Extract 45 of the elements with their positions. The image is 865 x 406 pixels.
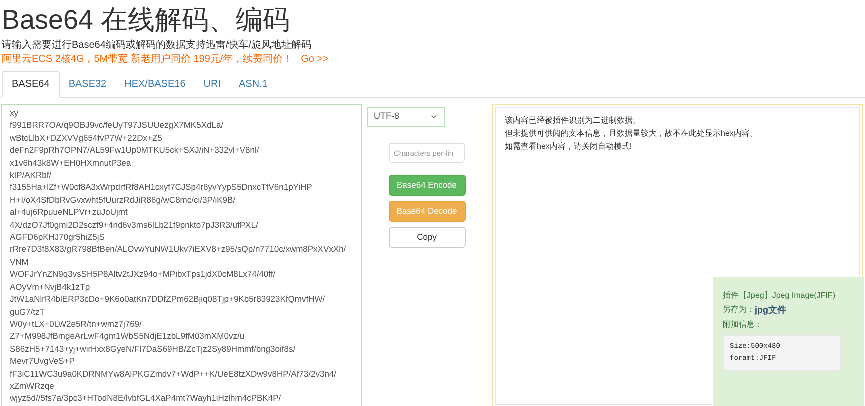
caret-icon — [430, 113, 438, 121]
input-line: AOyVm+NvjB4k1zTp — [10, 280, 92, 294]
input-line: rRre7D3f8X83/gR798BfBen/ALOvwYuNW1Ukv7iEXV8+z95/sQp/n7710c/xwm8PxXVxXh/ — [10, 243, 348, 256]
encoding-select[interactable]: UTF-8 — [367, 107, 445, 127]
extra-info-label: 附加信息： — [723, 319, 764, 331]
input-line: al+4uj6RpuueNLPVr+zuJoUjmt — [10, 206, 129, 219]
save-as-label: 另存为： — [723, 304, 755, 314]
input-line: guG7/tzT — [10, 306, 46, 318]
subtitle: 请输入需要进行Base64编码或解码的数据支持迅雷/快车/旋风地址解码 — [2, 39, 312, 53]
input-line: deFn2F9pRh7OPN7/AL59Fw1Up0MTKU5ck+SXJ/iN+332vl+V8nl/ — [10, 144, 260, 157]
input-line: H+I/oX4SfDbRvGvxwht5fUurzRdJiR86g/wC8mc/ci/3P/iK9B/ — [10, 194, 237, 206]
input-line: wBtcLlbX+DZXVVg654fvP7W+22Dx+Z5 — [10, 132, 164, 144]
input-line: Mevr7UvgVeS+P — [10, 355, 76, 368]
page-title: Base64 在线解码、编码 — [2, 4, 292, 37]
input-line: 4X/dzO7Jf0gmi2D2sczf9+4nd6v3ms6lLb21f9pnkto7pJ3R3/ufPXL/ — [10, 218, 260, 232]
input-line: f991BRR7OA/q9OBJ9vc/feUyT97JSUUezgX7MK5XdLa/ — [10, 119, 225, 132]
input-line: Z7+M998JfBmgeArLwF4gm1WbS5NdjE1zbL9fM03mXM0vz/u — [10, 330, 246, 343]
tab[interactable]: HEX/BASE16 — [116, 71, 195, 97]
input-line: JtW1aNlrR4blERP3cDo+9K6o0atKn7DDfZPm62Bjiq08Tjp+9Kb5r83923KfQmvfHW/ — [10, 293, 326, 306]
input-line: W0y+tLX+0LW2e5R/tn+wmz7j769/ — [10, 318, 143, 330]
input-line: WOFJrYnZN9q3vsSH5P8Altv2tJXz94o+MPibxTps1jdX0cM8Lx74/40ff/ — [10, 268, 277, 281]
plugin-title: 插件【Jpeg】Jpeg Image(JFIF) — [723, 290, 836, 302]
tab[interactable]: URI — [194, 71, 230, 97]
tab[interactable]: BASE64 — [2, 71, 60, 98]
output-line: 如需查看hex内容，请关闭自动模式! — [505, 141, 634, 153]
tab[interactable]: BASE32 — [60, 71, 116, 97]
promo-link[interactable]: Go >> — [301, 53, 329, 67]
input-textarea[interactable] — [1, 104, 362, 406]
promo-text: 阿里云ECS 2核4G，5M带宽 新老用户同价 199元/年，续费同价！ — [2, 53, 294, 67]
input-line: x1v6h43k8W+EH0HXmnutP3ea — [10, 156, 132, 170]
input-line: xZmWRzqe — [10, 380, 56, 392]
action-button[interactable]: Base64 Encode — [388, 175, 466, 196]
output-line: 但未提供可供阅的文本信息，且数据量较大，故不在此处显示hex内容。 — [505, 128, 759, 140]
input-line: VNM — [10, 256, 30, 268]
input-line: kIP/AKRbf/ — [10, 169, 53, 182]
output-line: 该内容已经被插件识别为二进制数据。 — [505, 115, 642, 127]
input-line: S86zH5+7143+yj+wirHxx8GyeN/Fl7DaS69HB/ZcTjz2Sy89Hmmf/bng3oif8s/ — [10, 342, 297, 356]
input-line: fF3iC11WC3u9a0KDRNMYw8AlPKGZmdv7+WdP++K/UeE8tzXDw9v8HP/Af73/2v3n4/ — [10, 368, 338, 380]
input-line: f3155Ha+lZf+W0cf8A3xWrpdrfRf8AH1cxyf7CJSp4r6yvYypS5DnxcTfV6n1pYiHP — [10, 181, 314, 194]
tab[interactable]: ASN.1 — [230, 71, 277, 97]
input-line: AGFD6pKHJ70gr5hiZ5jS — [10, 231, 106, 244]
save-as-value: jpg文件 — [755, 304, 786, 317]
action-button[interactable]: Copy — [388, 227, 466, 248]
input-line: xy — [10, 107, 20, 120]
input-line: wjyz5d//5fs7a/3pc3+HTodN8E/lvbfGL4XaP4mt7Wayh1iHzlhm4cPBK4P/ — [10, 392, 282, 405]
